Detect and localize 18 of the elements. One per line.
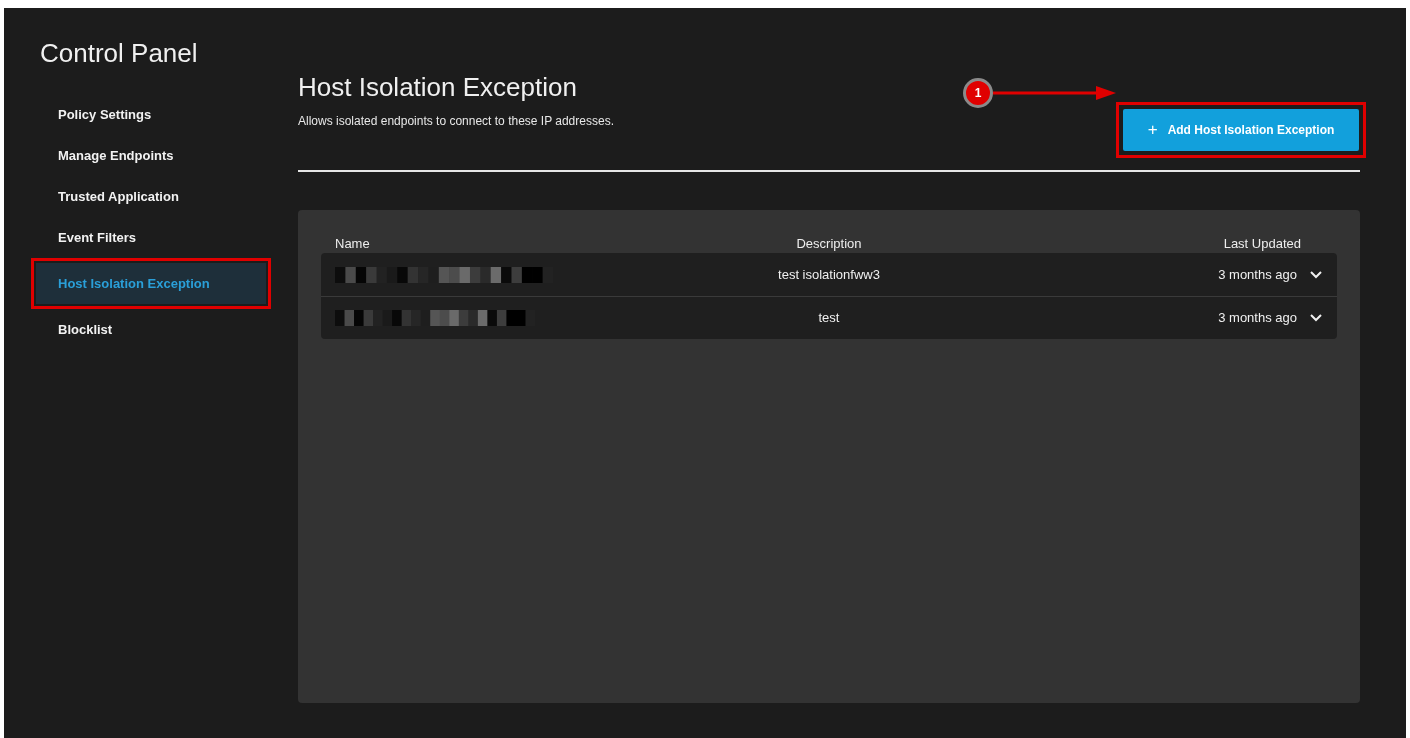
sidebar-item[interactable]: Trusted Application (36, 176, 266, 217)
sidebar-item[interactable]: Policy Settings (36, 94, 266, 135)
sidebar-item[interactable]: Blocklist (36, 309, 266, 350)
page-subtitle: Allows isolated endpoints to connect to these IP addresses. (298, 113, 614, 130)
sidebar-item[interactable]: Host Isolation Exception (36, 263, 266, 304)
column-header: Last Updated (1223, 236, 1301, 251)
sidebar-item[interactable]: Manage Endpoints (36, 135, 266, 176)
table-cell-text: 3 months ago (1218, 265, 1297, 284)
page-title: Host Isolation Exception (298, 71, 578, 104)
sidebar-item[interactable]: Event Filters (36, 217, 266, 258)
table-cell: test (818, 310, 840, 326)
callout-badge: 1 (963, 78, 993, 108)
column-header: Name (335, 236, 370, 251)
sidebar-title: Control Panel (40, 37, 199, 70)
table-cell-text: 3 months ago (1218, 309, 1297, 328)
table-cell: test isolationfww3 (778, 266, 880, 282)
column-header: Description (796, 236, 862, 251)
plus-icon: + (1147, 117, 1158, 143)
